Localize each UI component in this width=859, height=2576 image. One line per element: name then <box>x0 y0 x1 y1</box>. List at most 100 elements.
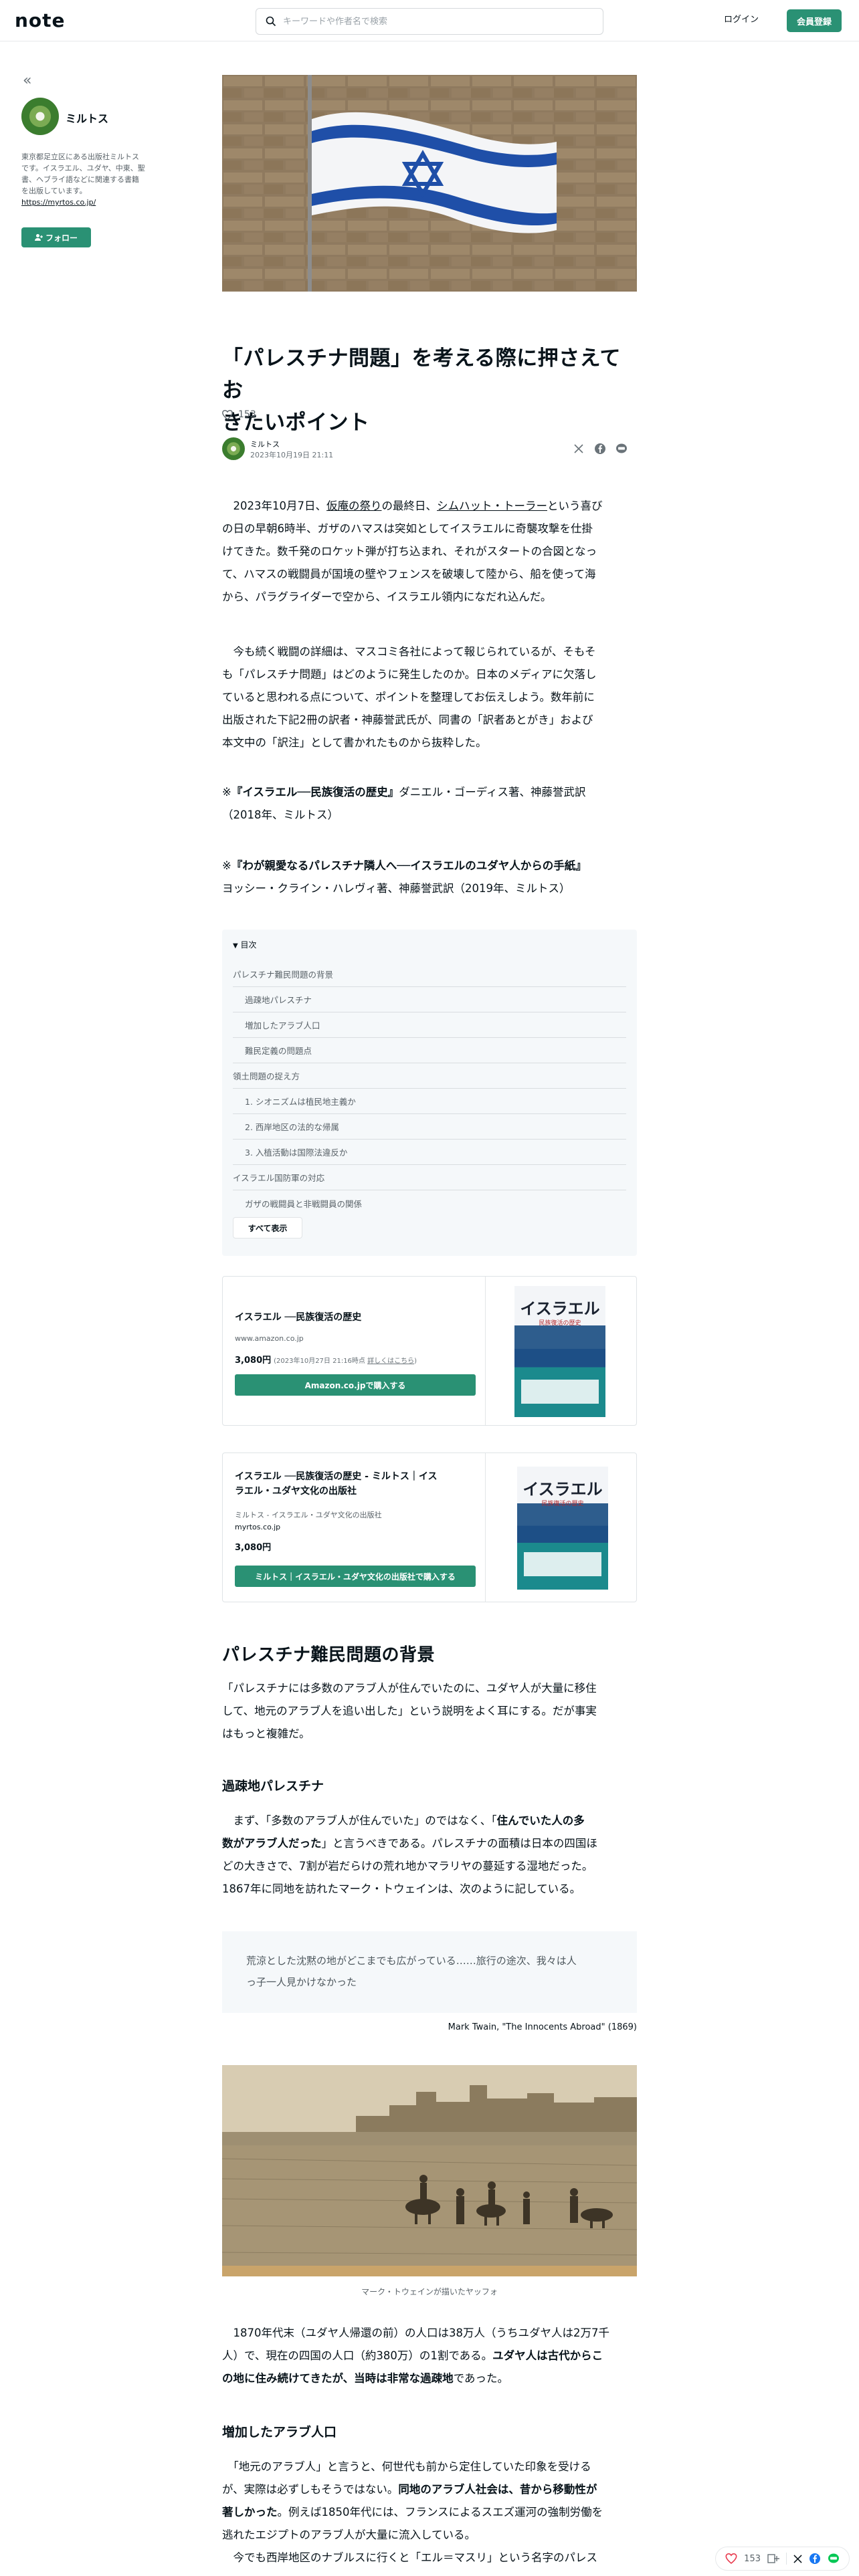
text: 「地元のアラブ人」と言うと、何世代も前から定住していた印象を受ける <box>233 2460 591 2473</box>
price-details-link[interactable]: 詳しくはこちら <box>367 1358 414 1365</box>
simchat-torah-link[interactable]: シムハット・トーラー <box>437 500 547 512</box>
paragraph-line: して、地元のアラブ人を追い出した」という説明をよく耳にする。だが事実 <box>222 1705 597 1717</box>
facebook-share-icon[interactable] <box>594 443 606 455</box>
show-all-button[interactable]: すべて表示 <box>233 1217 302 1239</box>
emphasis: 同地のアラブ人社会は、昔から移動性が <box>398 2483 597 2496</box>
paragraph-line: 1870年代末（ユダヤ人帰還の前）の人口は38万人（うちユダヤ人は2万7千 <box>222 2322 637 2345</box>
login-link[interactable]: ログイン <box>724 12 759 25</box>
paragraph-line: から、パラグライダーで空から、イスラエル領内になだれ込んだ。 <box>222 591 552 603</box>
paragraph-line: ていると思われる点について、ポイントを整理してお伝えしよう。数年前に <box>222 691 595 704</box>
register-button[interactable]: 会員登録 <box>787 9 842 32</box>
price-value: 3,080円 <box>235 1356 272 1366</box>
paragraph-line: も「パレスチナ問題」はどのように発生したのか。日本のメディアに欠落し <box>222 668 597 681</box>
book-cover-image[interactable]: イスラエル 民族復活の歴史 <box>517 1467 608 1590</box>
reference-line: （2018年、ミルトス） <box>222 809 339 821</box>
paragraph: 「パレスチナには多数のアラブ人が住んでいたのに、ユダヤ人が大量に移住 して、地元… <box>222 1677 637 1745</box>
reference-line: ヨッシー・クライン・ハレヴィ著、神藤誉武訳（2019年、ミルトス） <box>222 882 571 895</box>
paragraph-line: 人）で、現在の四国の人口（約380万）の1割である。ユダヤ人は古代からこ <box>222 2345 637 2367</box>
section-heading: パレスチナ難民問題の背景 <box>222 1645 436 1665</box>
paragraph: まず、「多数のアラブ人が住んでいた」のではなく、「住んでいた人の多 数がアラブ人… <box>222 1810 637 1901</box>
text: ダニエル・ゴーディス著、神藤誉武訳 <box>399 786 586 798</box>
table-of-contents: ▼ 目次 パレスチナ難民問題の背景 過疎地パレスチナ 増加したアラブ人口 難民定… <box>222 930 637 1256</box>
toc-item[interactable]: イスラエル国防軍の対応 <box>233 1165 626 1190</box>
paragraph-line: 数がアラブ人だった」と言うべきである。パレスチナの面積は日本の四国ほ <box>222 1832 637 1855</box>
toc-item[interactable]: ガザの戦闘員と非戦闘員の関係 <box>233 1190 626 1216</box>
paragraph-line: 1867年に同地を訪れたマーク・トウェインは、次のように記している。 <box>222 1883 581 1895</box>
like-count[interactable]: 153 <box>744 2554 761 2564</box>
paragraph-line: けてきた。数千発のロケット弾が打ち込まれ、それがスタートの合図となっ <box>222 545 597 558</box>
paragraph-line: はもっと複雑だ。 <box>222 1727 310 1740</box>
text: の最終日、 <box>381 500 438 512</box>
creator-avatar[interactable] <box>21 98 59 135</box>
quote-citation: Mark Twain, "The Innocents Abroad" (1869… <box>448 2022 637 2032</box>
creator-website-link[interactable]: https://myrtos.co.jp/ <box>21 198 96 207</box>
toc-item[interactable]: 2. 西岸地区の法的な帰属 <box>233 1114 626 1140</box>
text: まず、「多数のアラブ人が住んでいた」のではなく、「 <box>233 1814 497 1827</box>
creator-name[interactable]: ミルトス <box>66 110 108 126</box>
x-share-icon[interactable] <box>793 2554 802 2563</box>
note-mark: ※ <box>222 859 231 872</box>
creator-bio-text: 東京都足立区にある出版社ミルトスです。イスラエル、ユダヤ、中東、聖書、ヘブライ語… <box>21 152 145 195</box>
cover-title: イスラエル <box>520 1299 600 1318</box>
text: 1870年代末（ユダヤ人帰還の前）の人口は38万人（うちユダヤ人は2万7千 <box>233 2327 609 2339</box>
paragraph-line: の日の早朝6時半、ガザのハマスは突如としてイスラエルに奇襲攻撃を仕掛 <box>222 522 593 535</box>
text: 今でも西岸地区のナブルスに行くと「エル＝マスリ」という名字のパレス <box>233 2551 598 2564</box>
price-note: (2023年10月27日 21:16時点 <box>274 1358 365 1365</box>
cover-band <box>521 1380 599 1404</box>
toc-item[interactable]: 難民定義の問題点 <box>233 1038 626 1063</box>
like-area: 153 <box>222 409 637 420</box>
search-box[interactable] <box>256 8 603 35</box>
caret-down-icon: ▼ <box>233 942 238 950</box>
image-caption: マーク・トウェインが描いたヤッフォ <box>361 2287 498 2296</box>
collapse-sidebar-icon[interactable]: « <box>23 72 31 89</box>
like-count[interactable]: 153 <box>238 409 256 420</box>
toc-item[interactable]: 過疎地パレスチナ <box>233 987 626 1012</box>
x-share-icon[interactable] <box>573 443 585 455</box>
sukkot-link[interactable]: 仮庵の祭り <box>326 500 382 512</box>
amazon-embed-card[interactable]: イスラエル ──民族復活の歴史 www.amazon.co.jp 3,080円(… <box>222 1276 637 1426</box>
toc-heading-label: 目次 <box>240 940 257 950</box>
author-row: ミルトス 2023年10月19日 21:11 <box>222 437 637 461</box>
card-title[interactable]: イスラエル ──民族復活の歴史 <box>235 1310 361 1325</box>
heart-icon[interactable] <box>222 409 233 420</box>
card-title[interactable]: イスラエル ──民族復活の歴史 - ミルトス｜イス ラエル・ユダヤ文化の出版社 <box>235 1469 437 1499</box>
heart-icon[interactable] <box>725 2553 737 2564</box>
toc-item[interactable]: パレスチナ難民問題の背景 <box>233 962 626 987</box>
text: という喜び <box>547 500 603 512</box>
jaffa-illustration[interactable] <box>222 2065 637 2276</box>
facebook-share-icon[interactable] <box>809 2553 821 2565</box>
magazine-add-icon[interactable] <box>767 2553 779 2564</box>
author-name[interactable]: ミルトス <box>250 439 280 449</box>
toc-item[interactable]: 増加したアラブ人口 <box>233 1012 626 1038</box>
search-input[interactable] <box>283 16 577 27</box>
toc-item[interactable]: 1. シオニズムは植民地主義か <box>233 1089 626 1114</box>
book-title: 『わが親愛なるパレスチナ隣人へ──イスラエルのユダヤ人からの手紙』 <box>231 859 587 872</box>
person-plus-icon <box>34 234 43 241</box>
text: が、実際は必ずしもそうではない。 <box>222 2483 399 2496</box>
emphasis: 住んでいた人の多 <box>496 1814 585 1827</box>
paragraph-line: 出版された下記2冊の訳者・神藤誉武氏が、同書の「訳者あとがき」および <box>222 714 593 726</box>
paragraph-line: が、実際は必ずしもそうではない。同地のアラブ人社会は、昔から移動性が <box>222 2478 637 2501</box>
text: 」と言うべきである。パレスチナの面積は日本の四国ほ <box>321 1837 597 1850</box>
separator <box>786 2553 787 2565</box>
line-share-icon[interactable] <box>828 2553 840 2565</box>
card-price: 3,080円 <box>235 1543 272 1553</box>
toc-heading[interactable]: ▼ 目次 <box>233 939 257 950</box>
toc-item[interactable]: 3. 入植活動は国際法違反か <box>233 1140 626 1165</box>
book-reference: ※『イスラエル──民族復活の歴史』ダニエル・ゴーディス著、神藤誉武訳 （2018… <box>222 781 637 827</box>
creator-bio: 東京都足立区にある出版社ミルトスです。イスラエル、ユダヤ、中東、聖書、ヘブライ語… <box>21 151 146 208</box>
cover-subtitle: 民族復活の歴史 <box>539 1320 581 1327</box>
author-avatar[interactable] <box>222 437 245 460</box>
toc-item[interactable]: 領土問題の捉え方 <box>233 1063 626 1089</box>
myrtos-embed-card[interactable]: イスラエル ──民族復活の歴史 - ミルトス｜イス ラエル・ユダヤ文化の出版社 … <box>222 1453 637 1602</box>
myrtos-buy-button[interactable]: ミルトス｜イスラエル・ユダヤ文化の出版社で購入する <box>235 1566 476 1587</box>
paragraph-line: 著しかった。例えば1850年代には、フランスによるスエズ運河の強制労働を <box>222 2501 637 2524</box>
line-share-icon[interactable] <box>615 443 628 455</box>
book-cover-image[interactable]: イスラエル 民族復活の歴史 <box>514 1286 605 1417</box>
note-logo[interactable]: note <box>15 9 66 31</box>
follow-button[interactable]: フォロー <box>21 227 91 247</box>
reference-line: ※『わが親愛なるパレスチナ隣人へ──イスラエルのユダヤ人からの手紙』 <box>222 855 637 877</box>
card-divider <box>485 1453 486 1602</box>
paragraph-line: 「パレスチナには多数のアラブ人が住んでいたのに、ユダヤ人が大量に移住 <box>222 1682 597 1695</box>
amazon-buy-button[interactable]: Amazon.co.jpで購入する <box>235 1374 476 1396</box>
